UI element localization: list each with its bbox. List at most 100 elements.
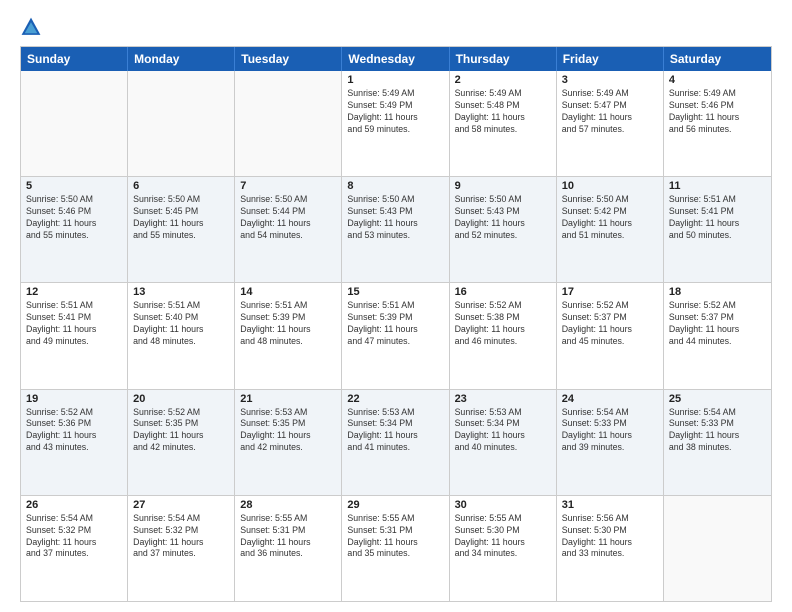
cell-date: 6 <box>133 180 229 192</box>
calendar-cell: 19 Sunrise: 5:52 AM Sunset: 5:36 PM Dayli… <box>21 390 128 495</box>
cell-date: 22 <box>347 393 443 405</box>
calendar-cell: 21 Sunrise: 5:53 AM Sunset: 5:35 PM Dayli… <box>235 390 342 495</box>
calendar-cell: 27 Sunrise: 5:54 AM Sunset: 5:32 PM Dayli… <box>128 496 235 601</box>
weekday-header-thursday: Thursday <box>450 47 557 71</box>
calendar-cell: 1 Sunrise: 5:49 AM Sunset: 5:49 PM Daylig… <box>342 71 449 176</box>
calendar-cell <box>235 71 342 176</box>
calendar-cell: 4 Sunrise: 5:49 AM Sunset: 5:46 PM Daylig… <box>664 71 771 176</box>
weekday-header-sunday: Sunday <box>21 47 128 71</box>
calendar-row: 1 Sunrise: 5:49 AM Sunset: 5:49 PM Daylig… <box>21 71 771 176</box>
calendar-cell: 18 Sunrise: 5:52 AM Sunset: 5:37 PM Dayli… <box>664 283 771 388</box>
calendar-cell: 5 Sunrise: 5:50 AM Sunset: 5:46 PM Daylig… <box>21 177 128 282</box>
cell-date: 13 <box>133 286 229 298</box>
cell-info: Sunrise: 5:53 AM Sunset: 5:34 PM Dayligh… <box>455 407 551 455</box>
cell-info: Sunrise: 5:52 AM Sunset: 5:37 PM Dayligh… <box>669 300 766 348</box>
cell-info: Sunrise: 5:49 AM Sunset: 5:49 PM Dayligh… <box>347 88 443 136</box>
calendar-cell: 17 Sunrise: 5:52 AM Sunset: 5:37 PM Dayli… <box>557 283 664 388</box>
calendar-cell: 6 Sunrise: 5:50 AM Sunset: 5:45 PM Daylig… <box>128 177 235 282</box>
cell-info: Sunrise: 5:52 AM Sunset: 5:36 PM Dayligh… <box>26 407 122 455</box>
calendar-cell: 31Sunrise: 5:56 AM Sunset: 5:30 PM Dayli… <box>557 496 664 601</box>
cell-info: Sunrise: 5:55 AM Sunset: 5:31 PM Dayligh… <box>347 513 443 561</box>
cell-date: 15 <box>347 286 443 298</box>
cell-info: Sunrise: 5:51 AM Sunset: 5:40 PM Dayligh… <box>133 300 229 348</box>
cell-date: 24 <box>562 393 658 405</box>
weekday-header-tuesday: Tuesday <box>235 47 342 71</box>
calendar-cell: 2Sunrise: 5:49 AM Sunset: 5:48 PM Daylig… <box>450 71 557 176</box>
cell-info: Sunrise: 5:52 AM Sunset: 5:35 PM Dayligh… <box>133 407 229 455</box>
cell-date: 11 <box>669 180 766 192</box>
cell-date: 8 <box>347 180 443 192</box>
calendar-cell: 25 Sunrise: 5:54 AM Sunset: 5:33 PM Dayli… <box>664 390 771 495</box>
cell-info: Sunrise: 5:50 AM Sunset: 5:42 PM Dayligh… <box>562 194 658 242</box>
cell-info: Sunrise: 5:55 AM Sunset: 5:31 PM Dayligh… <box>240 513 336 561</box>
cell-info: Sunrise: 5:51 AM Sunset: 5:39 PM Dayligh… <box>240 300 336 348</box>
calendar-body: 1 Sunrise: 5:49 AM Sunset: 5:49 PM Daylig… <box>21 71 771 601</box>
weekday-header-monday: Monday <box>128 47 235 71</box>
cell-info: Sunrise: 5:54 AM Sunset: 5:33 PM Dayligh… <box>562 407 658 455</box>
cell-date: 7 <box>240 180 336 192</box>
cell-date: 1 <box>347 74 443 86</box>
cell-date: 27 <box>133 499 229 511</box>
logo <box>20 16 46 38</box>
cell-info: Sunrise: 5:54 AM Sunset: 5:33 PM Dayligh… <box>669 407 766 455</box>
cell-date: 18 <box>669 286 766 298</box>
logo-icon <box>20 16 42 38</box>
cell-date: 21 <box>240 393 336 405</box>
calendar: SundayMondayTuesdayWednesdayThursdayFrid… <box>20 46 772 602</box>
cell-date: 5 <box>26 180 122 192</box>
cell-info: Sunrise: 5:51 AM Sunset: 5:39 PM Dayligh… <box>347 300 443 348</box>
cell-date: 3 <box>562 74 658 86</box>
cell-date: 19 <box>26 393 122 405</box>
cell-date: 12 <box>26 286 122 298</box>
cell-info: Sunrise: 5:51 AM Sunset: 5:41 PM Dayligh… <box>26 300 122 348</box>
weekday-header-saturday: Saturday <box>664 47 771 71</box>
calendar-cell: 13 Sunrise: 5:51 AM Sunset: 5:40 PM Dayli… <box>128 283 235 388</box>
calendar-row: 5 Sunrise: 5:50 AM Sunset: 5:46 PM Daylig… <box>21 176 771 282</box>
calendar-cell: 29 Sunrise: 5:55 AM Sunset: 5:31 PM Dayli… <box>342 496 449 601</box>
cell-info: Sunrise: 5:51 AM Sunset: 5:41 PM Dayligh… <box>669 194 766 242</box>
calendar-cell: 11 Sunrise: 5:51 AM Sunset: 5:41 PM Dayli… <box>664 177 771 282</box>
calendar-cell: 30Sunrise: 5:55 AM Sunset: 5:30 PM Dayli… <box>450 496 557 601</box>
calendar-header: SundayMondayTuesdayWednesdayThursdayFrid… <box>21 47 771 71</box>
cell-info: Sunrise: 5:50 AM Sunset: 5:45 PM Dayligh… <box>133 194 229 242</box>
cell-info: Sunrise: 5:52 AM Sunset: 5:37 PM Dayligh… <box>562 300 658 348</box>
cell-date: 26 <box>26 499 122 511</box>
cell-info: Sunrise: 5:56 AM Sunset: 5:30 PM Dayligh… <box>562 513 658 561</box>
cell-info: Sunrise: 5:49 AM Sunset: 5:47 PM Dayligh… <box>562 88 658 136</box>
calendar-cell: 8 Sunrise: 5:50 AM Sunset: 5:43 PM Daylig… <box>342 177 449 282</box>
cell-date: 16 <box>455 286 551 298</box>
calendar-cell <box>664 496 771 601</box>
cell-info: Sunrise: 5:50 AM Sunset: 5:43 PM Dayligh… <box>347 194 443 242</box>
header <box>20 16 772 38</box>
calendar-cell: 22 Sunrise: 5:53 AM Sunset: 5:34 PM Dayli… <box>342 390 449 495</box>
calendar-cell <box>21 71 128 176</box>
calendar-cell: 12 Sunrise: 5:51 AM Sunset: 5:41 PM Dayli… <box>21 283 128 388</box>
weekday-header-wednesday: Wednesday <box>342 47 449 71</box>
calendar-cell: 23 Sunrise: 5:53 AM Sunset: 5:34 PM Dayli… <box>450 390 557 495</box>
cell-info: Sunrise: 5:53 AM Sunset: 5:34 PM Dayligh… <box>347 407 443 455</box>
cell-date: 10 <box>562 180 658 192</box>
cell-info: Sunrise: 5:49 AM Sunset: 5:46 PM Dayligh… <box>669 88 766 136</box>
cell-info: Sunrise: 5:50 AM Sunset: 5:44 PM Dayligh… <box>240 194 336 242</box>
calendar-row: 19 Sunrise: 5:52 AM Sunset: 5:36 PM Dayli… <box>21 389 771 495</box>
calendar-cell: 14 Sunrise: 5:51 AM Sunset: 5:39 PM Dayli… <box>235 283 342 388</box>
cell-info: Sunrise: 5:53 AM Sunset: 5:35 PM Dayligh… <box>240 407 336 455</box>
calendar-row: 12 Sunrise: 5:51 AM Sunset: 5:41 PM Dayli… <box>21 282 771 388</box>
cell-info: Sunrise: 5:50 AM Sunset: 5:46 PM Dayligh… <box>26 194 122 242</box>
cell-date: 4 <box>669 74 766 86</box>
cell-info: Sunrise: 5:49 AM Sunset: 5:48 PM Dayligh… <box>455 88 551 136</box>
cell-date: 17 <box>562 286 658 298</box>
calendar-cell: 3 Sunrise: 5:49 AM Sunset: 5:47 PM Daylig… <box>557 71 664 176</box>
calendar-cell: 20 Sunrise: 5:52 AM Sunset: 5:35 PM Dayli… <box>128 390 235 495</box>
cell-date: 20 <box>133 393 229 405</box>
cell-date: 14 <box>240 286 336 298</box>
cell-date: 29 <box>347 499 443 511</box>
calendar-cell: 26Sunrise: 5:54 AM Sunset: 5:32 PM Dayli… <box>21 496 128 601</box>
cell-info: Sunrise: 5:55 AM Sunset: 5:30 PM Dayligh… <box>455 513 551 561</box>
cell-date: 23 <box>455 393 551 405</box>
calendar-cell: 9Sunrise: 5:50 AM Sunset: 5:43 PM Daylig… <box>450 177 557 282</box>
cell-info: Sunrise: 5:54 AM Sunset: 5:32 PM Dayligh… <box>133 513 229 561</box>
calendar-row: 26 Sunrise: 5:54 AM Sunset: 5:32 PM Dayli… <box>21 495 771 601</box>
weekday-header-friday: Friday <box>557 47 664 71</box>
cell-date: 25 <box>669 393 766 405</box>
